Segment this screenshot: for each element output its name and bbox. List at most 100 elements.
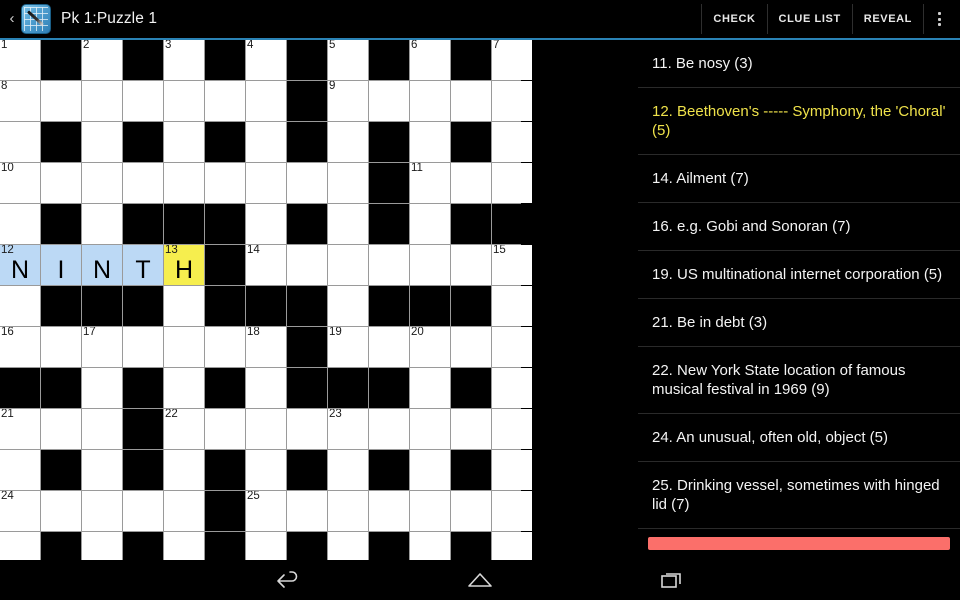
grid-cell[interactable] — [246, 163, 286, 203]
grid-cell[interactable] — [41, 327, 81, 367]
grid-cell[interactable] — [328, 491, 368, 531]
grid-cell[interactable] — [410, 409, 450, 449]
grid-cell[interactable] — [492, 286, 532, 326]
grid-cell[interactable]: 23 — [328, 409, 368, 449]
grid-cell[interactable]: 5 — [328, 40, 368, 80]
grid-cell[interactable] — [451, 81, 491, 121]
grid-cell[interactable] — [369, 409, 409, 449]
grid-cell[interactable] — [0, 532, 40, 560]
grid-cell[interactable] — [82, 409, 122, 449]
grid-cell[interactable] — [82, 532, 122, 560]
grid-cell[interactable] — [410, 245, 450, 285]
grid-cell[interactable]: 21 — [0, 409, 40, 449]
grid-cell[interactable] — [123, 327, 163, 367]
grid-cell[interactable]: 1 — [0, 40, 40, 80]
grid-cell[interactable] — [164, 163, 204, 203]
grid-cell[interactable] — [451, 163, 491, 203]
grid-cell[interactable] — [492, 163, 532, 203]
clue-list-item[interactable]: 14. Ailment (7) — [638, 155, 960, 203]
grid-cell[interactable]: 2 — [82, 40, 122, 80]
grid-cell[interactable] — [123, 81, 163, 121]
grid-cell[interactable] — [369, 491, 409, 531]
grid-cell[interactable] — [82, 122, 122, 162]
clue-list-item[interactable]: 16. e.g. Gobi and Sonoran (7) — [638, 203, 960, 251]
clue-list-item[interactable]: 24. An unusual, often old, object (5) — [638, 414, 960, 462]
grid-cell[interactable] — [328, 450, 368, 490]
grid-cell[interactable] — [246, 368, 286, 408]
grid-cell[interactable] — [164, 491, 204, 531]
grid-cell[interactable] — [492, 450, 532, 490]
grid-cell[interactable] — [164, 450, 204, 490]
grid-cell[interactable] — [82, 368, 122, 408]
clue-list-item[interactable]: 25. Drinking vessel, sometimes with hing… — [638, 462, 960, 529]
grid-cell[interactable]: 4 — [246, 40, 286, 80]
grid-cell[interactable]: 7 — [492, 40, 532, 80]
grid-cell[interactable]: 12 N — [0, 245, 40, 285]
back-icon[interactable] — [240, 560, 336, 600]
grid-cell[interactable]: 15 — [492, 245, 532, 285]
grid-cell[interactable] — [328, 286, 368, 326]
grid-cell[interactable] — [164, 81, 204, 121]
clue-list-item[interactable]: 19. US multinational internet corporatio… — [638, 251, 960, 299]
grid-cell[interactable] — [164, 532, 204, 560]
grid-cell[interactable] — [0, 450, 40, 490]
grid-cell[interactable] — [451, 327, 491, 367]
grid-cell[interactable]: 10 — [0, 163, 40, 203]
clue-list-item[interactable]: 12. Beethoven's ----- Symphony, the 'Cho… — [638, 88, 960, 155]
grid-cell[interactable] — [410, 368, 450, 408]
clue-list-pane[interactable]: 11. Be nosy (3) 12. Beethoven's ----- Sym… — [638, 40, 960, 560]
grid-cell[interactable] — [246, 81, 286, 121]
grid-cell[interactable] — [205, 409, 245, 449]
grid-cell[interactable] — [410, 450, 450, 490]
crossword-grid-pane[interactable]: 1 2 3 4 5 6 7 8 9 10 11 12 N I N T 13 H 14 15 16 17 18 19 20 21 22… — [0, 40, 630, 560]
grid-cell[interactable] — [369, 327, 409, 367]
crossword-grid[interactable]: 1 2 3 4 5 6 7 8 9 10 11 12 N I N T 13 H 14 15 16 17 18 19 20 21 22… — [0, 40, 532, 560]
grid-cell[interactable] — [410, 491, 450, 531]
grid-cell[interactable] — [123, 491, 163, 531]
grid-cell[interactable] — [41, 491, 81, 531]
grid-cell[interactable]: 25 — [246, 491, 286, 531]
grid-cell[interactable] — [164, 286, 204, 326]
grid-cell[interactable] — [41, 163, 81, 203]
grid-cell[interactable] — [492, 532, 532, 560]
grid-cell[interactable]: 9 — [328, 81, 368, 121]
grid-cell[interactable]: 18 — [246, 327, 286, 367]
grid-cell[interactable] — [82, 81, 122, 121]
grid-cell[interactable] — [328, 163, 368, 203]
grid-cell[interactable] — [328, 532, 368, 560]
grid-cell[interactable] — [492, 368, 532, 408]
grid-cell[interactable] — [410, 122, 450, 162]
grid-cell[interactable]: N — [82, 245, 122, 285]
grid-cell[interactable] — [451, 491, 491, 531]
grid-cell[interactable] — [205, 163, 245, 203]
grid-cell[interactable] — [82, 450, 122, 490]
grid-cell[interactable]: 22 — [164, 409, 204, 449]
grid-cell[interactable] — [41, 81, 81, 121]
grid-cell[interactable]: 16 — [0, 327, 40, 367]
grid-cell[interactable] — [164, 368, 204, 408]
grid-cell[interactable] — [246, 122, 286, 162]
grid-cell[interactable]: 20 — [410, 327, 450, 367]
grid-cell[interactable]: I — [41, 245, 81, 285]
grid-cell[interactable]: 3 — [164, 40, 204, 80]
grid-cell[interactable] — [164, 122, 204, 162]
grid-cell[interactable] — [0, 286, 40, 326]
grid-cell[interactable] — [328, 204, 368, 244]
grid-cell[interactable]: T — [123, 245, 163, 285]
clue-list-button[interactable]: CLUE LIST — [768, 4, 853, 34]
grid-cell[interactable] — [451, 245, 491, 285]
grid-cell[interactable] — [164, 327, 204, 367]
grid-cell[interactable] — [492, 81, 532, 121]
grid-cell[interactable] — [82, 491, 122, 531]
up-navigation-button[interactable]: ‹ — [4, 0, 20, 39]
grid-cell[interactable] — [492, 491, 532, 531]
overflow-menu-icon[interactable] — [924, 4, 954, 34]
grid-cell[interactable]: 24 — [0, 491, 40, 531]
grid-cell[interactable] — [0, 122, 40, 162]
grid-cell[interactable] — [82, 163, 122, 203]
grid-cell[interactable] — [410, 204, 450, 244]
grid-cell[interactable] — [451, 409, 491, 449]
grid-cell[interactable] — [41, 409, 81, 449]
clue-list-item[interactable]: 11. Be nosy (3) — [638, 40, 960, 88]
grid-cell[interactable] — [246, 409, 286, 449]
